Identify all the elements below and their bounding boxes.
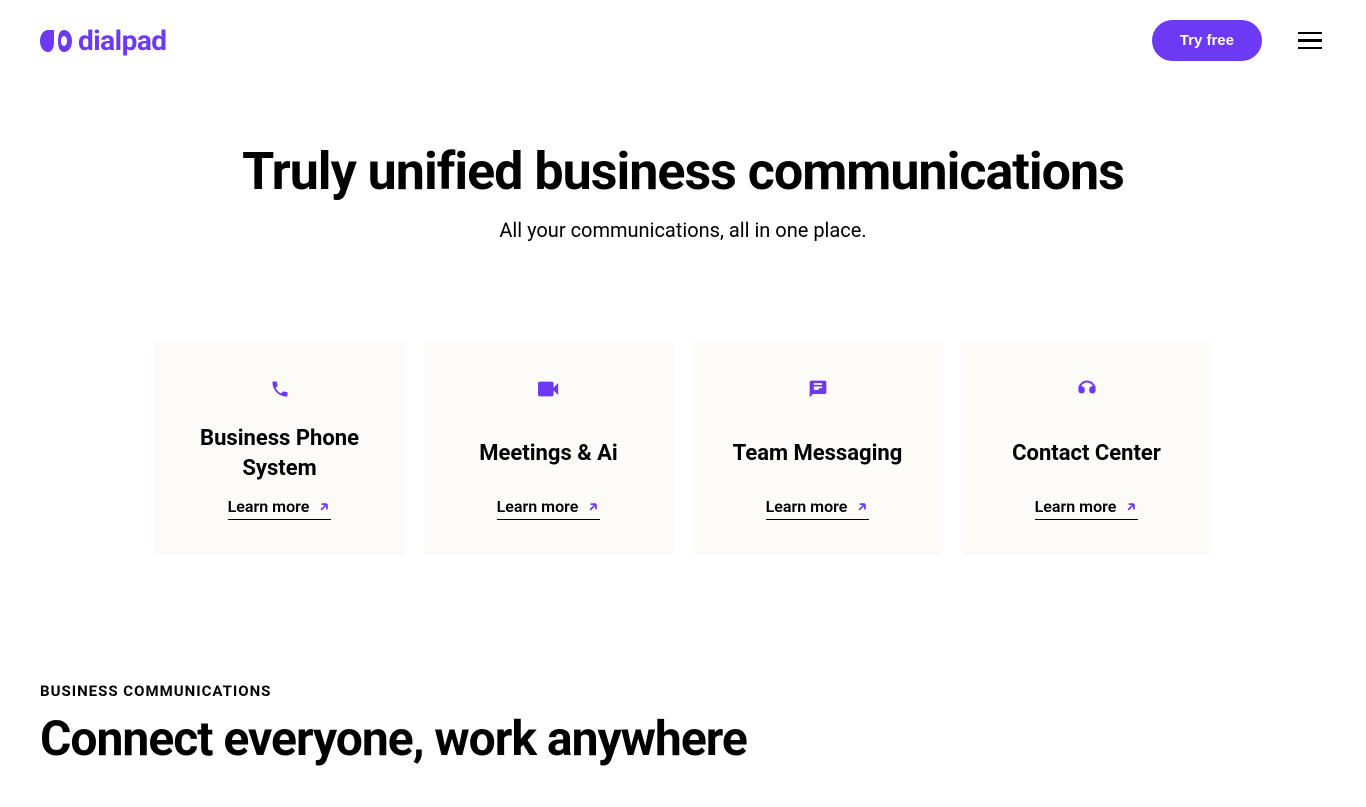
hamburger-icon — [1298, 47, 1322, 50]
learn-more-label: Learn more — [228, 497, 310, 516]
section-heading: Connect everyone, work anywhere — [40, 710, 1326, 767]
business-comm-section: BUSINESS COMMUNICATIONS Connect everyone… — [0, 592, 1366, 807]
header-actions: Try free — [1152, 20, 1326, 61]
hero-title: Truly unified business communications — [40, 141, 1326, 202]
arrow-icon — [855, 500, 869, 514]
learn-more-label: Learn more — [497, 497, 579, 516]
menu-button[interactable] — [1294, 28, 1326, 54]
learn-more-link[interactable]: Learn more — [228, 497, 332, 520]
arrow-icon — [586, 500, 600, 514]
learn-more-label: Learn more — [766, 497, 848, 516]
chat-icon — [808, 378, 828, 400]
card-contact-center[interactable]: Contact Center Learn more — [963, 342, 1210, 552]
card-title: Contact Center — [1012, 410, 1161, 497]
learn-more-link[interactable]: Learn more — [1035, 497, 1139, 520]
card-title: Meetings & Ai — [479, 410, 618, 497]
phone-icon — [270, 378, 290, 400]
logo[interactable]: dialpad — [40, 24, 167, 57]
card-business-phone[interactable]: Business Phone System Learn more — [156, 342, 403, 552]
dialpad-logo-icon — [40, 30, 72, 52]
try-free-button[interactable]: Try free — [1152, 20, 1262, 61]
card-meetings-ai[interactable]: Meetings & Ai Learn more — [425, 342, 672, 552]
card-team-messaging[interactable]: Team Messaging Learn more — [694, 342, 941, 552]
logo-text: dialpad — [78, 24, 167, 57]
hero-subtitle: All your communications, all in one plac… — [40, 218, 1326, 242]
headphones-icon — [1077, 378, 1097, 400]
learn-more-label: Learn more — [1035, 497, 1117, 516]
section-eyebrow: BUSINESS COMMUNICATIONS — [40, 682, 1326, 700]
learn-more-link[interactable]: Learn more — [497, 497, 601, 520]
learn-more-link[interactable]: Learn more — [766, 497, 870, 520]
hamburger-icon — [1298, 39, 1322, 42]
card-title: Business Phone System — [176, 410, 383, 497]
feature-cards: Business Phone System Learn more Meeting… — [0, 262, 1366, 592]
arrow-icon — [1124, 500, 1138, 514]
video-icon — [538, 378, 560, 400]
hamburger-icon — [1298, 32, 1322, 35]
arrow-icon — [317, 500, 331, 514]
hero-section: Truly unified business communications Al… — [0, 81, 1366, 262]
card-title: Team Messaging — [733, 410, 903, 497]
page-header: dialpad Try free — [0, 0, 1366, 81]
